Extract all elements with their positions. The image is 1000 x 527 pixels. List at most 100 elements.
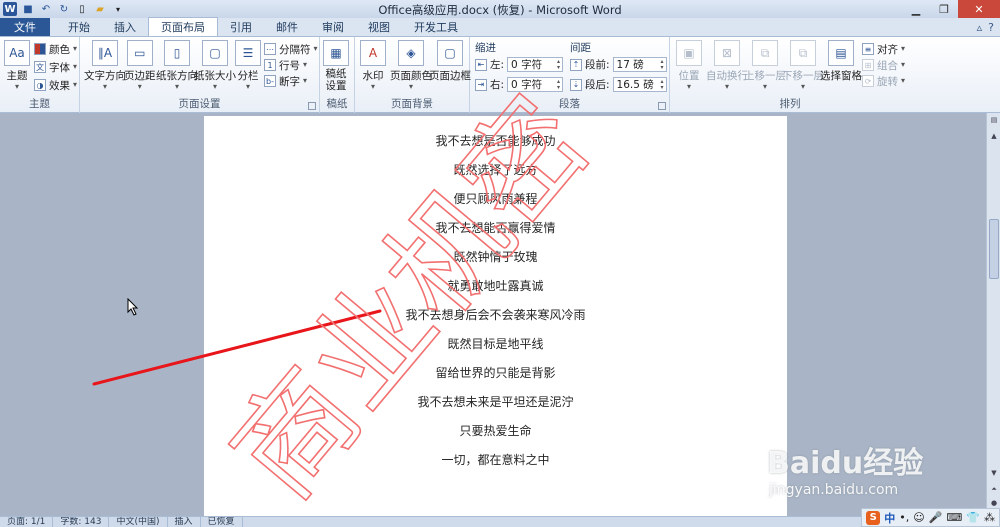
tab-review[interactable]: 审阅 [310, 18, 356, 36]
text-line[interactable]: 既然选择了远方 [204, 161, 787, 178]
tab-view[interactable]: 视图 [356, 18, 402, 36]
margins-button[interactable]: ▭ 页边距 ▾ [124, 40, 156, 91]
tab-developer[interactable]: 开发工具 [402, 18, 470, 36]
status-language[interactable]: 中文(中国) [109, 517, 168, 527]
status-insert-mode[interactable]: 插入 [168, 517, 201, 527]
send-backward-icon: ⧉ [790, 40, 816, 66]
themes-button[interactable]: Aa 主题 ▾ [4, 40, 30, 91]
indent-right-input[interactable]: 0 字符 ▴ ▾ [507, 77, 564, 92]
bring-forward-button[interactable]: ⧉ 上移一层 ▾ [744, 40, 786, 91]
minimize-ribbon-icon[interactable]: ▵ [977, 21, 983, 34]
breaks-button[interactable]: ⋯ 分隔符 ▾ [264, 41, 318, 57]
position-icon: ▣ [676, 40, 702, 66]
page-size-button[interactable]: ▢ 纸张大小 ▾ [194, 40, 236, 91]
rotate-button[interactable]: ⟳ 旋转 ▾ [862, 73, 905, 89]
vertical-scrollbar[interactable]: ▤ ▲ ▼ ⏶ ● [986, 113, 1000, 516]
align-button[interactable]: ≡ 对齐 ▾ [862, 41, 905, 57]
indent-label: 缩进 [475, 42, 496, 54]
close-button[interactable]: ✕ [958, 0, 1000, 18]
microphone-icon[interactable]: 🎤 [929, 511, 943, 524]
group-objects-button[interactable]: ⊞ 组合 ▾ [862, 57, 905, 73]
orientation-button[interactable]: ▯ 纸张方向 ▾ [156, 40, 198, 91]
text-line[interactable]: 我不去想能否赢得爱情 [204, 219, 787, 236]
open-folder-icon[interactable]: ▰ [93, 2, 107, 16]
text-line[interactable]: 一切，都在意料之中 [204, 451, 787, 468]
theme-colors-button[interactable]: 颜色 ▾ [34, 41, 77, 57]
text-line[interactable]: 我不去想未来是平坦还是泥泞 [204, 393, 787, 410]
redo-icon[interactable]: ↻ [57, 2, 71, 16]
customize-qat-icon[interactable]: ▾ [111, 2, 125, 16]
text-direction-icon: ∥A [92, 40, 118, 66]
browse-object-icon[interactable]: ● [989, 498, 999, 508]
send-backward-button[interactable]: ⧉ 下移一层 ▾ [782, 40, 824, 91]
tab-page-layout[interactable]: 页面布局 [148, 17, 218, 36]
help-icon[interactable]: ? [988, 21, 994, 34]
tools-icon[interactable]: ⁂ [984, 511, 995, 524]
group-label-draft: 稿纸 [326, 98, 348, 110]
page-border-icon: ▢ [437, 40, 463, 66]
wrap-text-button[interactable]: ⊠ 自动换行 ▾ [706, 40, 748, 91]
orientation-icon: ▯ [164, 40, 190, 66]
tab-home[interactable]: 开始 [56, 18, 102, 36]
sogou-ime-icon[interactable]: S [866, 510, 881, 525]
status-page[interactable]: 页面: 1/1 [0, 517, 54, 527]
save-icon[interactable]: ■ [21, 2, 35, 16]
text-line[interactable]: 我不去想是否能够成功 [204, 132, 787, 149]
paragraph-launcher-icon[interactable] [658, 102, 666, 110]
selection-pane-button[interactable]: ▤ 选择窗格 [820, 40, 862, 83]
page-color-icon: ◈ [398, 40, 424, 66]
ime-language[interactable]: 中 [884, 510, 895, 526]
scroll-up-icon[interactable]: ▲ [989, 131, 999, 141]
group-label-page-background: 页面背景 [391, 98, 433, 110]
theme-fonts-button[interactable]: 文 字体 ▾ [34, 59, 77, 75]
columns-button[interactable]: ☰ 分栏 ▾ [235, 40, 261, 91]
page-setup-launcher-icon[interactable] [308, 102, 316, 110]
watermark-button[interactable]: A 水印 ▾ [360, 40, 386, 91]
theme-effects-button[interactable]: ◑ 效果 ▾ [34, 77, 77, 93]
punctuation-icon[interactable]: •, [899, 511, 909, 524]
undo-icon[interactable]: ↶ [39, 2, 53, 16]
keyboard-icon[interactable]: ⌨ [946, 511, 962, 524]
text-line[interactable]: 既然钟情于玫瑰 [204, 248, 787, 265]
emoji-icon[interactable]: ☺ [913, 511, 924, 524]
window-title: Office高级应用.docx (恢复) - Microsoft Word [378, 3, 622, 17]
group-paragraph: 缩进 间距 ⇤ 左: 0 字符 ▴ ▾ ⇥ 右: 0 字符 ▴ ▾ ⇡ 段前: 17 磅… [470, 37, 670, 113]
hyphenation-icon: b- [264, 75, 276, 87]
scroll-down-icon[interactable]: ▼ [989, 468, 999, 478]
columns-icon: ☰ [235, 40, 261, 66]
page-border-button[interactable]: ▢ 页面边框 [429, 40, 471, 83]
word-logo-icon[interactable]: W [3, 2, 17, 16]
document-workspace[interactable]: 我不去想是否能够成功 既然选择了远方 便只顾风雨兼程 我不去想能否赢得爱情 既然… [0, 113, 986, 516]
position-button[interactable]: ▣ 位置 ▾ [676, 40, 702, 91]
spacing-after-input[interactable]: 16.5 磅 ▴ ▾ [612, 77, 667, 92]
spacing-after-icon: ⇣ [570, 78, 582, 91]
ribbon: Aa 主题 ▾ 颜色 ▾ 文 字体 ▾ ◑ 效果 ▾ 主题 ∥A 文字方向 ▾ ▭ 页边… [0, 37, 1000, 113]
text-line[interactable]: 便只顾风雨兼程 [204, 190, 787, 207]
status-word-count[interactable]: 字数: 143 [53, 517, 110, 527]
tab-mailings[interactable]: 邮件 [264, 18, 310, 36]
page-color-button[interactable]: ◈ 页面颜色 ▾ [390, 40, 432, 91]
group-icon: ⊞ [862, 59, 874, 71]
text-line[interactable]: 就勇敢地吐露真诚 [204, 277, 787, 294]
draft-settings-button[interactable]: ▦ 稿纸 设置 [323, 40, 349, 92]
spacing-before-input[interactable]: 17 磅 ▴ ▾ [612, 57, 667, 72]
tab-references[interactable]: 引用 [218, 18, 264, 36]
group-label-paragraph: 段落 [559, 98, 580, 110]
wrap-text-icon: ⊠ [714, 40, 740, 66]
skin-icon[interactable]: 👕 [966, 511, 980, 524]
spacing-label: 间距 [570, 42, 591, 54]
indent-left-input[interactable]: 0 字符 ▴ ▾ [507, 57, 564, 72]
ruler-toggle-icon[interactable]: ▤ [989, 115, 999, 125]
tab-insert[interactable]: 插入 [102, 18, 148, 36]
restore-button[interactable]: ❐ [930, 0, 958, 18]
prev-page-icon[interactable]: ⏶ [989, 484, 999, 494]
hyphenation-button[interactable]: b- 断字 ▾ [264, 73, 307, 89]
minimize-button[interactable]: ▁ [902, 0, 930, 18]
text-direction-button[interactable]: ∥A 文字方向 ▾ [84, 40, 126, 91]
new-doc-icon[interactable]: ▯ [75, 2, 89, 16]
tab-file[interactable]: 文件 [0, 18, 50, 36]
line-numbers-button[interactable]: 1 行号 ▾ [264, 57, 307, 73]
group-label-page-setup: 页面设置 [178, 98, 221, 110]
scroll-thumb[interactable] [989, 219, 999, 279]
text-line[interactable]: 只要热爱生命 [204, 422, 787, 439]
